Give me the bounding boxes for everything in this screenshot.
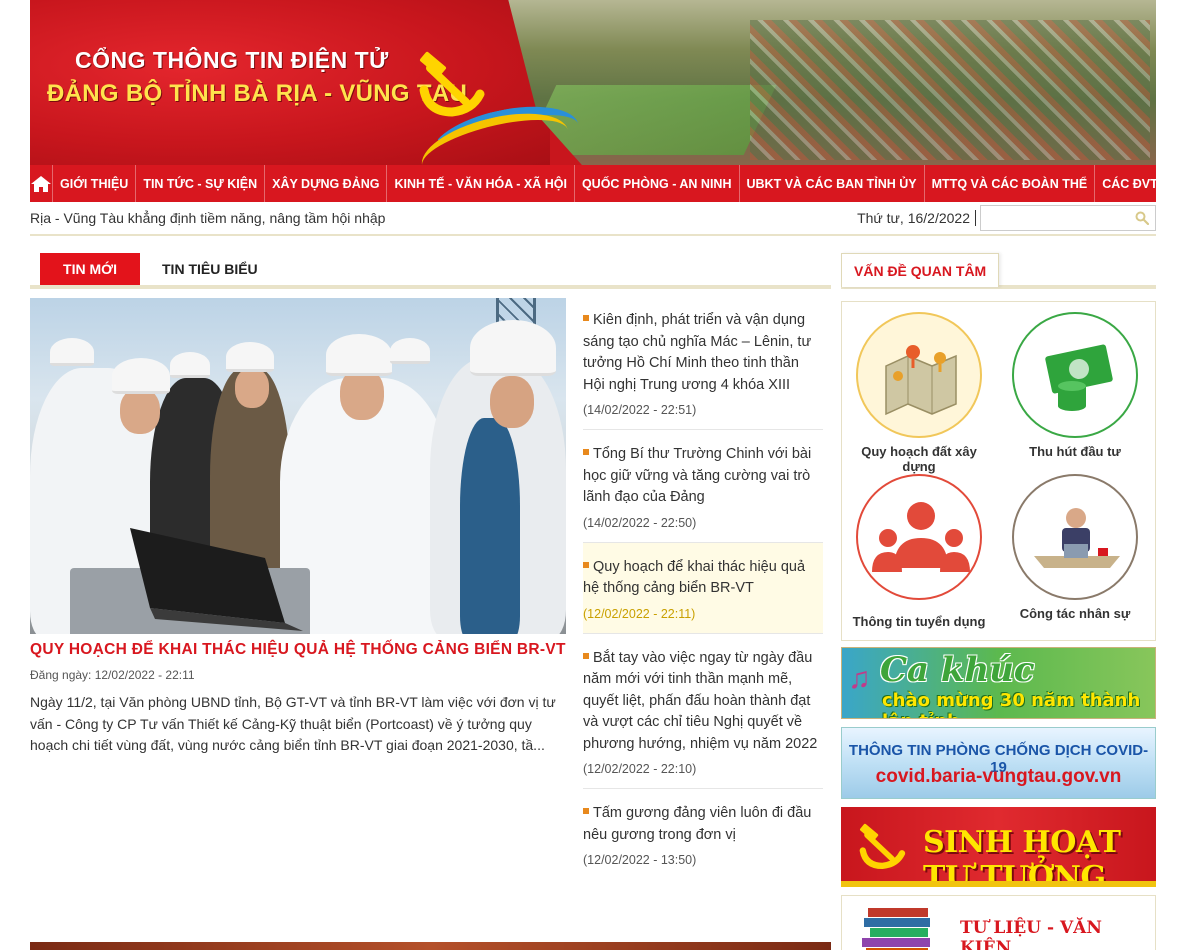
- topic-label: Thu hút đầu tư: [1029, 444, 1121, 459]
- nav-item-quoc-phong[interactable]: QUỐC PHÒNG - AN NINH: [573, 165, 739, 202]
- banner-title: CỔNG THÔNG TIN ĐIỆN TỬ: [75, 47, 389, 73]
- bullet-icon: [583, 561, 589, 568]
- banner-ca-khuc[interactable]: ♫ Ca khúc chào mừng 30 năm thành lập tỉn…: [841, 647, 1156, 719]
- nav-item-tin-tuc[interactable]: TIN TỨC - SỰ KIỆN: [135, 165, 264, 202]
- article-date: (14/02/2022 - 22:50): [583, 515, 697, 530]
- article-date: (12/02/2022 - 13:50): [583, 853, 697, 867]
- tab-tin-tieu-bieu[interactable]: TIN TIÊU BIỂU: [162, 253, 258, 285]
- latest-news-list: Kiên định, phát triển và vận dụng sáng t…: [583, 306, 823, 879]
- news-tabs: TIN MỚI TIN TIÊU BIỂU: [30, 253, 831, 289]
- people-icon: [872, 502, 970, 572]
- section-divider-strip: [30, 942, 831, 950]
- laptop-icon: [130, 528, 303, 631]
- search-box: [980, 205, 1156, 231]
- list-item[interactable]: Tấm gương đảng viên luôn đi đầu nêu gươn…: [583, 789, 823, 879]
- map-pin-icon: [885, 345, 957, 416]
- bullet-icon: [583, 315, 589, 321]
- nav-item-gioi-thieu[interactable]: GIỚI THIỆU: [52, 165, 135, 202]
- article-title[interactable]: Quy hoạch để khai thác hiệu quả hệ thống…: [583, 559, 805, 597]
- article-title[interactable]: Tổng Bí thư Trường Chinh với bài học giữ…: [583, 446, 811, 505]
- article-date: (12/02/2022 - 22:11): [583, 606, 696, 621]
- list-item[interactable]: Tổng Bí thư Trường Chinh với bài học giữ…: [583, 430, 823, 543]
- topic-label: Quy hoạch đất xây dựng: [861, 444, 977, 474]
- site-banner[interactable]: CỔNG THÔNG TIN ĐIỆN TỬ ĐẢNG BỘ TỈNH BÀ R…: [30, 0, 1156, 165]
- topic-tuyen-dung[interactable]: Thông tin tuyển dụng: [844, 474, 994, 629]
- list-item[interactable]: Bắt tay vào việc ngay từ ngày đầu năm mớ…: [583, 634, 823, 789]
- featured-description: Ngày 11/2, tại Văn phòng UBND tỉnh, Bộ G…: [30, 694, 556, 753]
- current-date: Thứ tư, 16/2/2022: [857, 210, 970, 226]
- featured-date: Đăng ngày: 12/02/2022 - 22:11: [30, 668, 195, 682]
- home-button[interactable]: [30, 165, 52, 202]
- article-date: (14/02/2022 - 22:51): [583, 403, 697, 417]
- topic-label: Công tác nhân sự: [1019, 606, 1131, 621]
- featured-title[interactable]: QUY HOẠCH ĐỂ KHAI THÁC HIỆU QUẢ HỆ THỐNG…: [30, 641, 566, 659]
- hammer-sickle-icon: [419, 51, 485, 117]
- featured-photo[interactable]: [30, 298, 566, 634]
- search-input[interactable]: [981, 206, 1131, 230]
- article-title[interactable]: Bắt tay vào việc ngay từ ngày đầu năm mớ…: [583, 650, 817, 752]
- bullet-icon: [583, 449, 589, 455]
- banner-sinh-hoat-tu-tuong[interactable]: SINH HOẠT TƯ TƯỞNG: [841, 807, 1156, 887]
- banner-tu-lieu-van-kien[interactable]: TƯ LIỆU - VĂN KIỆN: [841, 895, 1156, 950]
- nav-item-kinh-te[interactable]: KINH TẾ - VĂN HÓA - XÃ HỘI: [386, 165, 573, 202]
- banner-subtitle: ĐẢNG BỘ TỈNH BÀ RỊA - VŨNG TÀU: [47, 80, 468, 107]
- topic-nhan-su[interactable]: Công tác nhân sự: [1000, 474, 1150, 621]
- topic-thu-hut-dau-tu[interactable]: Thu hút đầu tư: [1000, 312, 1150, 459]
- bullet-icon: [583, 808, 589, 814]
- main-nav: GIỚI THIỆU TIN TỨC - SỰ KIỆN XÂY DỰNG ĐẢ…: [30, 165, 1165, 202]
- hammer-sickle-icon: [859, 823, 906, 870]
- news-ticker[interactable]: Rịa - Vũng Tàu khẳng định tiềm năng, nân…: [30, 210, 857, 226]
- topic-quy-hoach[interactable]: Quy hoạch đất xây dựng: [844, 312, 994, 474]
- article-date: (12/02/2022 - 22:10): [583, 762, 697, 776]
- money-icon: [1045, 344, 1113, 411]
- list-item[interactable]: Kiên định, phát triển và vận dụng sáng t…: [583, 306, 823, 430]
- office-worker-icon: [1034, 508, 1120, 568]
- page: CỔNG THÔNG TIN ĐIỆN TỬ ĐẢNG BỘ TỈNH BÀ R…: [30, 0, 1165, 950]
- sidebar-heading-label: VẤN ĐỀ QUAN TÂM: [841, 253, 1000, 287]
- nav-item-ubkt[interactable]: UBKT VÀ CÁC BAN TỈNH ỦY: [738, 165, 924, 202]
- article-title[interactable]: Tấm gương đảng viên luôn đi đầu nêu gươn…: [583, 805, 811, 843]
- sidebar: VẤN ĐỀ QUAN TÂM Quy hoạch đất xây dựng T…: [841, 253, 1156, 950]
- tab-tin-moi[interactable]: TIN MỚI: [40, 253, 140, 285]
- music-note-icon: ♫: [848, 662, 871, 695]
- ticker-bar: Rịa - Vũng Tàu khẳng định tiềm năng, nân…: [30, 202, 1156, 236]
- bullet-icon: [583, 652, 589, 659]
- nav-item-cac-dvtt[interactable]: CÁC ĐVTT: [1094, 165, 1172, 202]
- nav-item-xay-dung-dang[interactable]: XÂY DỰNG ĐẢNG: [264, 165, 386, 202]
- banner-covid[interactable]: THÔNG TIN PHÒNG CHỐNG DỊCH COVID-19 covi…: [841, 727, 1156, 799]
- topic-label: Thông tin tuyển dụng: [852, 614, 986, 629]
- books-icon: [862, 908, 930, 950]
- list-item[interactable]: Quy hoạch để khai thác hiệu quả hệ thống…: [583, 542, 823, 634]
- sidebar-heading: VẤN ĐỀ QUAN TÂM: [841, 253, 1156, 289]
- nav-item-mttq[interactable]: MTTQ VÀ CÁC ĐOÀN THỂ: [923, 165, 1095, 202]
- article-title[interactable]: Kiên định, phát triển và vận dụng sáng t…: [583, 312, 811, 393]
- featured-article: QUY HOẠCH ĐỂ KHAI THÁC HIỆU QUẢ HỆ THỐNG…: [30, 298, 566, 757]
- home-icon: [31, 175, 51, 192]
- topics-grid: Quy hoạch đất xây dựng Thu hút đầu tư Th…: [841, 301, 1156, 641]
- search-icon[interactable]: [1135, 211, 1149, 225]
